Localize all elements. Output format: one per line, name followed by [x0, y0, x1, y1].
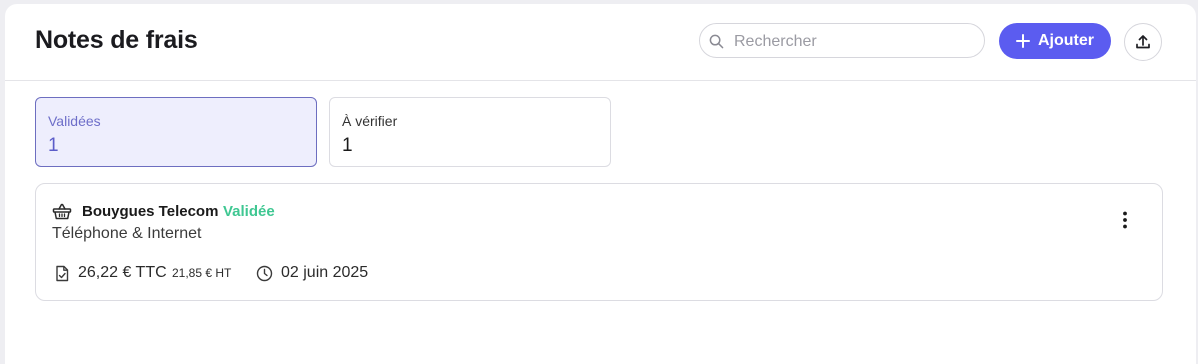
amount-ht: 21,85 € HT [172, 266, 232, 280]
tab-validated-label: Validées [48, 113, 101, 129]
expense-card[interactable]: Bouygues Telecom Validée Téléphone & Int… [35, 183, 1163, 301]
search-icon [709, 34, 724, 49]
export-button[interactable] [1124, 23, 1162, 61]
tab-to-verify[interactable]: À vérifier 1 [329, 97, 611, 167]
search-box[interactable] [699, 23, 985, 58]
expense-category: Téléphone & Internet [52, 225, 202, 242]
search-input[interactable] [732, 30, 976, 54]
amount-ttc: 26,22 € TTC [78, 264, 167, 281]
merchant-name: Bouygues Telecom [82, 203, 219, 220]
page-title: Notes de frais [35, 26, 198, 54]
main-panel: Notes de frais Ajouter Validées 1 [5, 4, 1196, 364]
clock-icon [256, 265, 273, 282]
upload-icon [1136, 35, 1150, 49]
receipt-check-icon [56, 265, 69, 282]
more-vertical-icon [1123, 211, 1127, 229]
plus-icon [1016, 34, 1030, 48]
tab-to-verify-label: À vérifier [342, 113, 398, 129]
expense-date: 02 juin 2025 [281, 264, 369, 281]
tab-to-verify-count: 1 [342, 135, 353, 156]
tab-validated-count: 1 [48, 135, 59, 156]
add-button-label: Ajouter [1038, 32, 1094, 49]
status-badge: Validée [223, 203, 275, 220]
add-button[interactable]: Ajouter [999, 23, 1111, 59]
basket-icon [52, 203, 72, 220]
page-header: Notes de frais Ajouter [5, 4, 1196, 81]
more-options-button[interactable] [1114, 208, 1136, 232]
tab-validated[interactable]: Validées 1 [35, 97, 317, 167]
